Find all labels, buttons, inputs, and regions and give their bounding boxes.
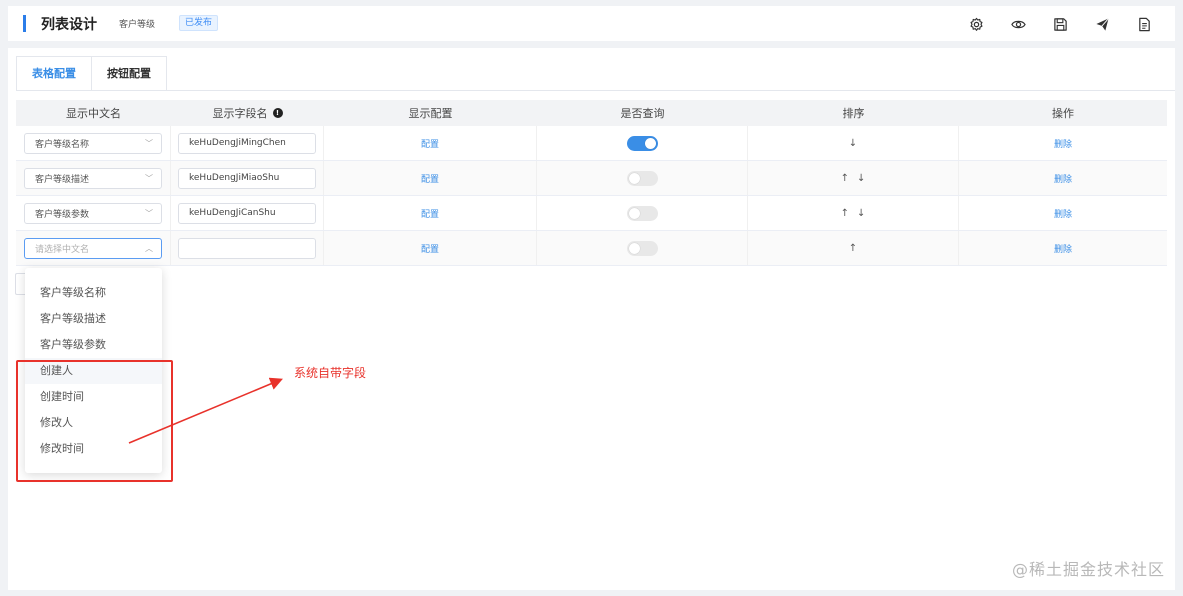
field-name-input[interactable]: keHuDengJiCanShu <box>178 202 316 224</box>
main-panel: 表格配置 按钮配置 显示中文名 显示字段名! 显示配置 是否查询 排序 操作 客… <box>8 48 1175 590</box>
tab-button-config[interactable]: 按钮配置 <box>92 56 167 90</box>
select-value: 客户等级描述 <box>35 174 90 185</box>
column-header: 操作 <box>1052 107 1074 120</box>
send-icon <box>1095 17 1109 31</box>
dropdown-option[interactable]: 客户等级描述 <box>25 306 162 332</box>
save-icon <box>1053 17 1067 31</box>
page-title: 列表设计 <box>41 17 97 33</box>
publish-button[interactable] <box>1081 14 1123 34</box>
cn-name-select[interactable]: 客户等级描述 ﹀ <box>24 167 162 189</box>
save-button[interactable] <box>1039 14 1081 34</box>
sort-up-button[interactable]: ↑ <box>849 243 857 254</box>
cn-name-select[interactable]: 客户等级名称 ﹀ <box>24 132 162 154</box>
sort-down-button[interactable]: ↓ <box>857 208 865 219</box>
page-subtitle: 客户等级 <box>119 20 156 30</box>
tab-table-config[interactable]: 表格配置 <box>16 56 92 90</box>
document-icon <box>1138 17 1150 31</box>
table-row: 客户等级名称 ﹀ keHuDengJiMingChen 配置 ↓ 删除 <box>16 126 1167 161</box>
sort-down-button[interactable]: ↓ <box>857 173 865 184</box>
eye-icon <box>1010 20 1026 28</box>
delete-link[interactable]: 删除 <box>1054 207 1072 220</box>
annotation-highlight-box <box>16 360 173 482</box>
table-row: 客户等级描述 ﹀ keHuDengJiMiaoShu 配置 ↑ ↓ 删除 <box>16 161 1167 196</box>
column-header: 显示配置 <box>408 107 453 120</box>
query-toggle[interactable] <box>626 170 658 186</box>
table-row: 请选择中文名 ︿ 配置 ↑ 删除 <box>16 231 1167 266</box>
delete-link[interactable]: 删除 <box>1054 137 1072 150</box>
settings-icon <box>970 17 982 31</box>
table-row: 客户等级参数 ﹀ keHuDengJiCanShu 配置 ↑ ↓ 删除 <box>16 196 1167 231</box>
table-header: 显示中文名 显示字段名! 显示配置 是否查询 排序 操作 <box>16 100 1167 126</box>
config-tabs: 表格配置 按钮配置 <box>16 56 167 90</box>
config-link[interactable]: 配置 <box>421 172 439 185</box>
cn-name-select[interactable]: 请选择中文名 ︿ <box>24 237 162 259</box>
sort-up-button[interactable]: ↑ <box>841 208 849 219</box>
chevron-up-icon: ︿ <box>145 243 153 253</box>
column-header: 排序 <box>842 107 865 120</box>
query-toggle[interactable] <box>626 135 658 151</box>
delete-link[interactable]: 删除 <box>1054 242 1072 255</box>
watermark: @稀土掘金技术社区 <box>1011 560 1165 579</box>
field-table: 显示中文名 显示字段名! 显示配置 是否查询 排序 操作 客户等级名称 ﹀ keH… <box>16 100 1167 266</box>
info-icon[interactable]: ! <box>272 108 283 118</box>
field-name-input[interactable]: keHuDengJiMingChen <box>178 132 316 154</box>
column-header: 显示中文名 <box>66 107 121 120</box>
config-link[interactable]: 配置 <box>421 207 439 220</box>
delete-link[interactable]: 删除 <box>1054 172 1072 185</box>
settings-button[interactable] <box>955 14 997 34</box>
select-placeholder: 请选择中文名 <box>35 244 90 255</box>
page-header: 列表设计 客户等级 已发布 <box>8 6 1175 41</box>
config-link[interactable]: 配置 <box>421 137 439 150</box>
sort-down-button[interactable]: ↓ <box>849 138 857 149</box>
chevron-down-icon: ﹀ <box>145 208 153 218</box>
select-value: 客户等级参数 <box>35 209 90 220</box>
document-button[interactable] <box>1123 14 1165 34</box>
query-toggle[interactable] <box>626 240 658 256</box>
query-toggle[interactable] <box>626 205 658 221</box>
chevron-down-icon: ﹀ <box>145 173 153 183</box>
cn-name-select[interactable]: 客户等级参数 ﹀ <box>24 202 162 224</box>
dropdown-option[interactable]: 客户等级参数 <box>25 332 162 358</box>
status-badge: 已发布 <box>179 15 219 31</box>
hidden-add-button[interactable] <box>15 273 25 295</box>
column-header: 是否查询 <box>620 107 665 120</box>
header-toolbar <box>955 14 1165 34</box>
title-accent-bar <box>23 15 26 32</box>
annotation-label: 系统自带字段 <box>294 366 367 380</box>
column-header-label: 显示字段名 <box>212 107 268 120</box>
preview-button[interactable] <box>997 14 1039 34</box>
column-header-field: 显示字段名! <box>171 100 324 126</box>
field-name-input[interactable] <box>178 237 316 259</box>
dropdown-option[interactable]: 客户等级名称 <box>25 280 162 306</box>
field-name-input[interactable]: keHuDengJiMiaoShu <box>178 167 316 189</box>
select-value: 客户等级名称 <box>35 139 90 150</box>
sort-up-button[interactable]: ↑ <box>841 173 849 184</box>
tab-divider <box>16 90 1175 91</box>
chevron-down-icon: ﹀ <box>145 138 153 148</box>
config-link[interactable]: 配置 <box>421 242 439 255</box>
